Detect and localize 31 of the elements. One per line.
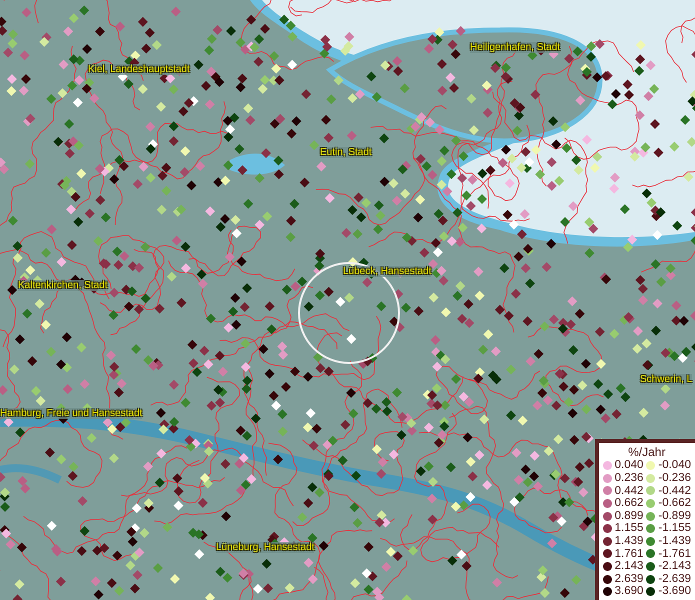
place-label: Lübeck, Hansestadt [343,266,432,277]
place-label: Lüneburg, Hansestadt [216,542,314,553]
legend-value: 1.439 [614,535,644,548]
legend-value: 0.236 [614,472,644,485]
legend-value: 0.899 [614,510,644,522]
legend-value: -3.690 [658,585,691,598]
legend-value: 1.155 [614,522,644,536]
legend-value: -2.639 [658,572,691,586]
legend-value: 0.040 [614,459,644,472]
place-label: Hamburg, Freie und Hansestadt [0,408,142,419]
legend-value: -1.761 [658,548,691,560]
place-label: Schwerin, L [640,374,692,385]
legend-value: 3.690 [614,585,644,598]
legend-value: -0.662 [658,497,691,510]
place-label: Heiligenhafen, Stadt [470,42,560,53]
legend-value: 1.761 [614,548,644,560]
legend-value: -1.155 [658,522,691,536]
legend-value: -0.899 [658,510,691,522]
place-label: Kiel, Landeshauptstadt [88,64,190,75]
legend-value: 2.639 [614,572,644,586]
legend-title: %/Jahr [627,445,666,460]
legend-value: -2.143 [658,560,691,573]
legend-value: -0.442 [658,484,691,498]
place-label: Kaltenkirchen, Stadt [18,280,108,291]
place-label: Eutin, Stadt [320,147,372,158]
legend-value: 0.662 [614,497,644,510]
legend-value: 0.442 [614,484,644,498]
legend-value: -1.439 [658,535,691,548]
legend-value: -0.236 [658,472,691,485]
legend-value: -0.040 [658,459,691,472]
legend-value: 2.143 [614,560,644,573]
